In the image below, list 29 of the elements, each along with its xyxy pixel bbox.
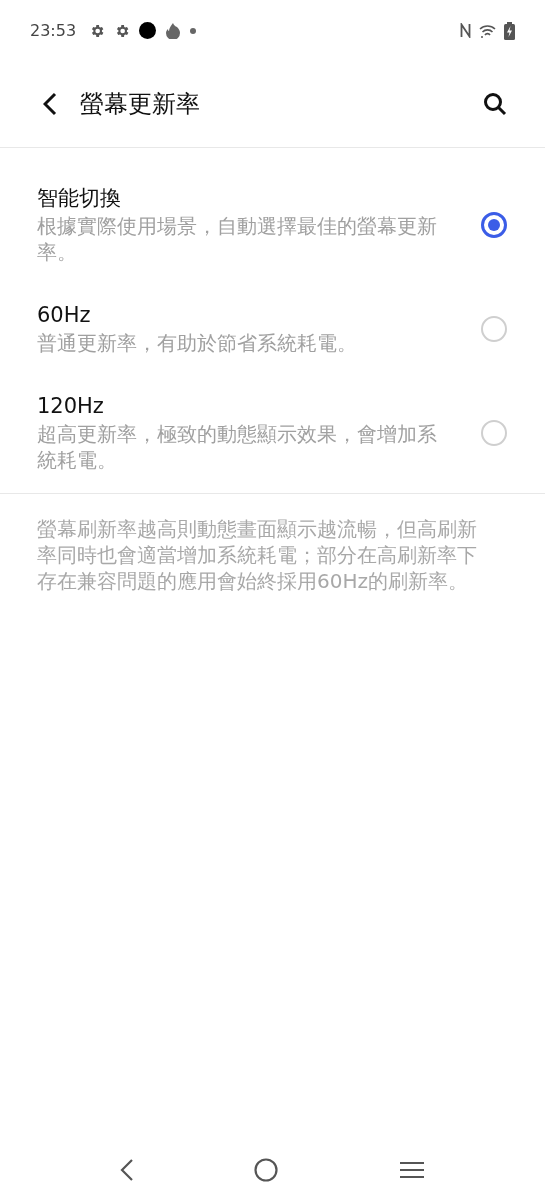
- status-time: 23:53: [30, 19, 77, 42]
- option-description: 普通更新率，有助於節省系統耗電。: [37, 330, 358, 356]
- option-title: 120Hz: [37, 393, 105, 420]
- page-title: 螢幕更新率: [80, 88, 200, 120]
- refresh-rate-option[interactable]: 智能切換 根據實際使用場景，自動選擇最佳的螢幕更新率。: [0, 184, 545, 265]
- battery-icon: [504, 21, 515, 40]
- back-icon: [120, 1158, 135, 1182]
- recents-button[interactable]: [398, 1160, 425, 1180]
- wifi-icon: [479, 23, 496, 38]
- gear-icon: [89, 22, 106, 39]
- option-description: 超高更新率，極致的動態顯示效果，會增加系統耗電。: [37, 421, 438, 473]
- search-icon: [483, 91, 507, 116]
- flame-icon: [165, 22, 182, 39]
- menu-icon: [398, 1160, 425, 1180]
- circle-icon: [139, 22, 157, 39]
- nfc-icon: [460, 23, 471, 38]
- radio-button[interactable]: [481, 211, 507, 238]
- footer-note: 螢幕刷新率越高則動態畫面顯示越流暢，但高刷新率同時也會適當增加系統耗電；部分在高刷新率下存在兼容問題的應用會始終採用60Hz的刷新率。: [36, 516, 478, 594]
- nav-back-button[interactable]: [120, 1158, 135, 1182]
- option-title: 60Hz: [37, 302, 92, 329]
- option-description: 根據實際使用場景，自動選擇最佳的螢幕更新率。: [37, 213, 438, 265]
- option-title: 智能切換: [37, 185, 122, 212]
- home-circle-icon: [254, 1158, 279, 1182]
- dot-icon: [190, 27, 197, 34]
- refresh-rate-option[interactable]: 60Hz 普通更新率，有助於節省系統耗電。: [0, 301, 545, 356]
- home-button[interactable]: [254, 1158, 279, 1182]
- back-icon: [43, 91, 57, 116]
- gear-icon: [114, 22, 131, 39]
- refresh-rate-option[interactable]: 120Hz 超高更新率，極致的動態顯示效果，會增加系統耗電。: [0, 392, 545, 473]
